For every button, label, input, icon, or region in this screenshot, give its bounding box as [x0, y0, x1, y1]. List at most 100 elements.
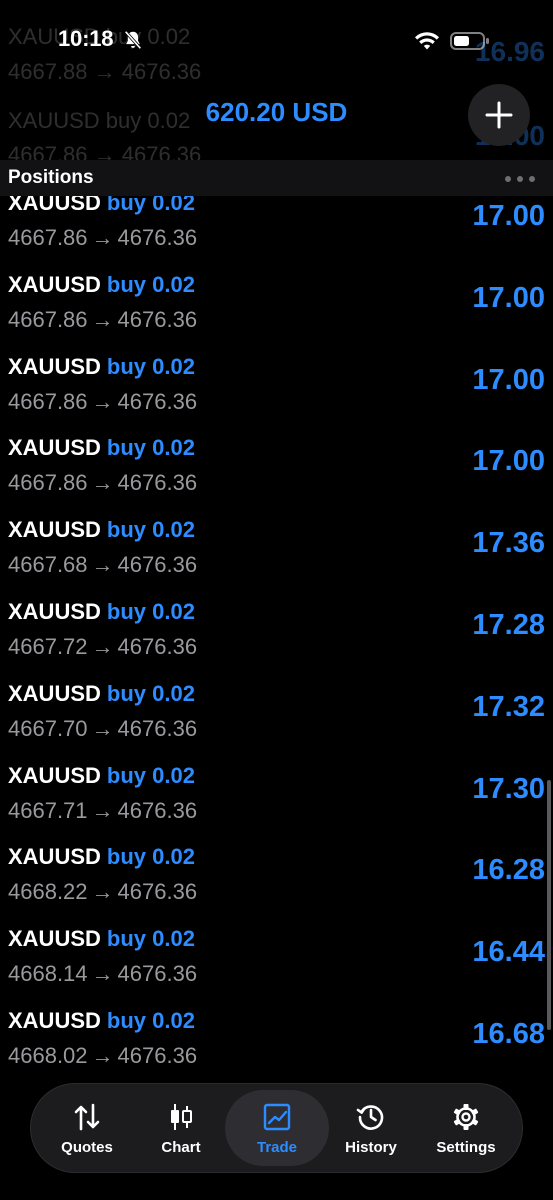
trade-chart-icon — [263, 1103, 291, 1131]
position-title: XAUUSD buy 0.02 — [8, 517, 195, 543]
history-clock-icon — [356, 1105, 384, 1130]
position-side: buy 0.02 — [106, 763, 195, 788]
position-profit: 17.32 — [472, 691, 545, 723]
right-arrow-icon: → — [91, 470, 114, 495]
section-title: Positions — [8, 167, 94, 188]
position-profit: 17.00 — [472, 445, 545, 477]
right-arrow-icon: → — [91, 552, 114, 577]
position-symbol: XAUUSD — [8, 517, 101, 542]
position-profit: 16.68 — [472, 1018, 545, 1050]
position-prices: 4667.86 → 4676.36 — [8, 307, 197, 333]
current-price: 4676.36 — [117, 634, 198, 659]
position-profit: 16.28 — [472, 854, 545, 886]
scroll-indicator[interactable] — [547, 780, 551, 1030]
right-arrow-icon: → — [91, 307, 114, 332]
position-row[interactable]: XAUUSD buy 0.02 4667.86 → 4676.36 17.00 — [0, 435, 553, 517]
tab-label: Chart — [161, 1139, 201, 1156]
position-profit: 17.36 — [472, 527, 545, 559]
position-row[interactable]: XAUUSD buy 0.02 4667.71 → 4676.36 17.30 — [0, 763, 553, 845]
position-symbol: XAUUSD — [8, 435, 101, 460]
position-symbol: XAUUSD — [8, 763, 101, 788]
open-price: 4667.86 — [8, 225, 88, 250]
position-row[interactable]: XAUUSD buy 0.02 4667.72 → 4676.36 17.28 — [0, 599, 553, 681]
position-symbol: XAUUSD — [8, 354, 101, 379]
right-arrow-icon: → — [91, 225, 114, 250]
tab-label: Quotes — [61, 1139, 113, 1156]
tab-chart[interactable]: Chart — [131, 1084, 231, 1174]
quotes-arrows-icon — [74, 1103, 100, 1131]
position-symbol: XAUUSD — [8, 1008, 101, 1033]
position-title: XAUUSD buy 0.02 — [8, 1008, 195, 1034]
position-profit: 17.00 — [472, 364, 545, 396]
tab-trade[interactable]: Trade — [225, 1084, 329, 1174]
current-price: 4676.36 — [117, 470, 198, 495]
position-side: buy 0.02 — [106, 681, 195, 706]
tab-quotes[interactable]: Quotes — [37, 1084, 137, 1174]
status-time: 10:18 — [58, 26, 114, 51]
plus-icon — [485, 101, 513, 129]
position-side: buy 0.02 — [106, 517, 195, 542]
position-side: buy 0.02 — [106, 354, 195, 379]
right-arrow-icon: → — [91, 798, 114, 823]
position-side: buy 0.02 — [106, 599, 195, 624]
right-arrow-icon: → — [91, 1043, 114, 1068]
position-row[interactable]: XAUUSD buy 0.02 4668.14 → 4676.36 16.44 — [0, 926, 553, 1008]
open-price: 4667.86 — [8, 389, 88, 414]
open-price: 4667.71 — [8, 798, 88, 823]
position-row[interactable]: XAUUSD buy 0.02 4668.02 → 4676.36 16.68 — [0, 1008, 553, 1090]
wifi-icon — [415, 32, 439, 50]
position-title: XAUUSD buy 0.02 — [8, 763, 195, 789]
bell-slash-icon — [124, 30, 142, 50]
position-title: XAUUSD buy 0.02 — [8, 844, 195, 870]
position-row[interactable]: XAUUSD buy 0.02 4667.68 → 4676.36 17.36 — [0, 517, 553, 599]
tab-settings[interactable]: Settings — [416, 1084, 516, 1174]
tab-label: History — [345, 1139, 397, 1156]
current-price: 4676.36 — [117, 225, 198, 250]
tab-label: Settings — [436, 1139, 496, 1156]
current-price: 4676.36 — [117, 552, 198, 577]
position-title: XAUUSD buy 0.02 — [8, 681, 195, 707]
position-row[interactable]: XAUUSD buy 0.02 4667.70 → 4676.36 17.32 — [0, 681, 553, 763]
position-profit: 17.30 — [472, 773, 545, 805]
tab-label: Trade — [256, 1139, 298, 1156]
position-prices: 4667.72 → 4676.36 — [8, 634, 197, 660]
more-options-icon[interactable] — [505, 176, 535, 182]
position-side: buy 0.02 — [106, 844, 195, 869]
position-symbol: XAUUSD — [8, 681, 101, 706]
position-row[interactable]: XAUUSD buy 0.02 4668.22 → 4676.36 16.28 — [0, 844, 553, 926]
open-price: 4667.86 — [8, 470, 88, 495]
position-prices: 4667.71 → 4676.36 — [8, 798, 197, 824]
position-side: buy 0.02 — [106, 1008, 195, 1033]
right-arrow-icon: → — [91, 389, 114, 414]
position-row[interactable]: XAUUSD buy 0.02 4667.86 → 4676.36 17.00 — [0, 190, 553, 272]
open-price: 4668.22 — [8, 879, 88, 904]
right-arrow-icon: → — [91, 634, 114, 659]
position-prices: 4668.22 → 4676.36 — [8, 879, 197, 905]
position-symbol: XAUUSD — [8, 844, 101, 869]
position-profit: 17.28 — [472, 609, 545, 641]
position-side: buy 0.02 — [106, 272, 195, 297]
position-profit: 16.44 — [472, 936, 545, 968]
tab-history[interactable]: History — [321, 1084, 421, 1174]
position-side: buy 0.02 — [106, 435, 195, 460]
position-profit: 17.00 — [472, 282, 545, 314]
gear-icon — [453, 1104, 479, 1130]
open-price: 4667.72 — [8, 634, 88, 659]
position-row[interactable]: XAUUSD buy 0.02 4667.86 → 4676.36 17.00 — [0, 272, 553, 354]
add-order-button[interactable] — [468, 84, 530, 146]
position-title: XAUUSD buy 0.02 — [8, 354, 195, 380]
position-prices: 4667.68 → 4676.36 — [8, 552, 197, 578]
position-prices: 4668.14 → 4676.36 — [8, 961, 197, 987]
positions-section-header: Positions — [0, 160, 553, 196]
position-row[interactable]: XAUUSD buy 0.02 4667.86 → 4676.36 17.00 — [0, 354, 553, 436]
trade-screen: XAUUSD buy 0.02 4667.88 → 4676.36 16.96 … — [0, 0, 553, 1200]
current-price: 4676.36 — [117, 716, 198, 741]
position-symbol: XAUUSD — [8, 599, 101, 624]
position-prices: 4667.86 → 4676.36 — [8, 389, 197, 415]
open-price: 4668.02 — [8, 1043, 88, 1068]
position-symbol: XAUUSD — [8, 272, 101, 297]
current-price: 4676.36 — [117, 879, 198, 904]
position-prices: 4667.86 → 4676.36 — [8, 470, 197, 496]
status-bar: 10:18 — [0, 0, 553, 84]
battery-icon — [450, 32, 489, 50]
